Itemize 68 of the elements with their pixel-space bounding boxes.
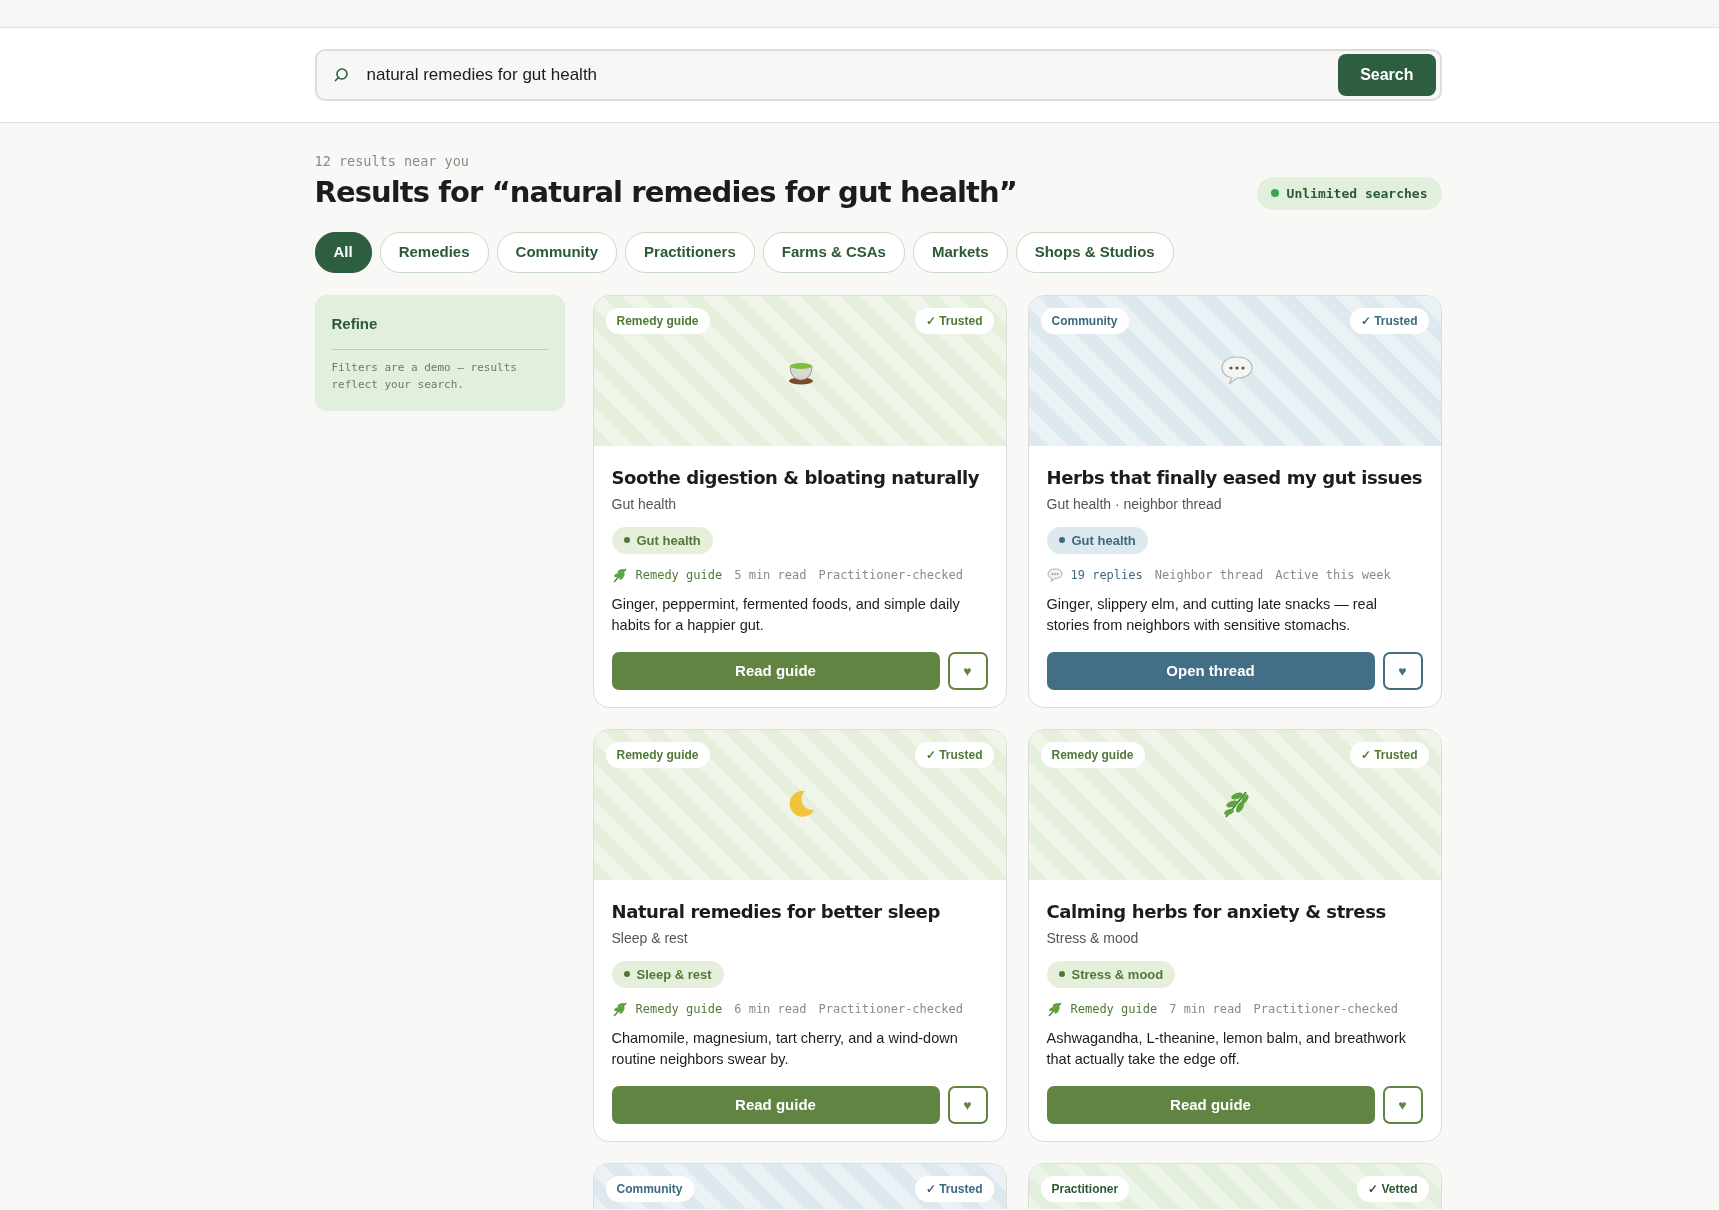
- results-count: 12 results near you: [314, 152, 470, 171]
- herb-icon: [611, 567, 628, 584]
- card-title: Soothe digestion & bloating naturally: [611, 465, 981, 490]
- filter-chip[interactable]: All: [314, 232, 372, 273]
- herb-icon: [1046, 1001, 1063, 1018]
- meta-text: Remedy guide: [1070, 1001, 1158, 1019]
- filter-chip[interactable]: Farms & CSAs: [762, 232, 905, 273]
- filter-chip[interactable]: Shops & Studios: [1015, 232, 1174, 273]
- type-tag: Community: [1040, 307, 1129, 334]
- card-action-button[interactable]: Read guide: [1046, 1086, 1375, 1125]
- save-button[interactable]: ♥: [1382, 1086, 1423, 1125]
- search-field[interactable]: natural remedies for gut health Search: [314, 49, 1442, 101]
- card-summary: Chamomile, magnesium, tart cherry, and a wind-down routine neighbors swear by.: [611, 1029, 959, 1070]
- refine-title: Refine: [331, 312, 548, 351]
- type-tag: Remedy guide: [605, 307, 710, 334]
- search-icon: [332, 67, 349, 83]
- card-summary: Ginger, slippery elm, and cutting late snacks — real stories from neighbors with sensitive stomachs.: [1046, 595, 1378, 636]
- meta-text: Remedy guide: [635, 567, 723, 585]
- card-action-button[interactable]: Open thread: [1046, 652, 1375, 691]
- meta-text: 7 min read: [1169, 1001, 1242, 1019]
- type-tag: Practitioner: [1040, 1175, 1130, 1202]
- trust-badge: ✓ Trusted: [914, 741, 994, 768]
- search-button[interactable]: Search: [1338, 54, 1436, 96]
- plan-badge: Unlimited searches: [1256, 176, 1442, 211]
- topic-tag: Stress & mood: [1046, 960, 1176, 989]
- trust-badge: ✓ Trusted: [914, 1175, 994, 1202]
- card-subtitle: Gut health · neighbor thread: [1046, 494, 1223, 514]
- filter-chip[interactable]: Remedies: [379, 232, 489, 273]
- meta-text: Practitioner-checked: [1253, 1001, 1398, 1019]
- card-title: Natural remedies for better sleep: [611, 899, 941, 924]
- card-action-button[interactable]: Read guide: [611, 652, 940, 691]
- save-button[interactable]: ♥: [947, 1086, 988, 1125]
- card-subtitle: Stress & mood: [1046, 928, 1140, 948]
- type-tag: Remedy guide: [1040, 741, 1145, 768]
- meta-text: Active this week: [1275, 567, 1391, 585]
- meta-text: Practitioner-checked: [818, 1001, 963, 1019]
- trust-badge: ✓ Trusted: [1349, 307, 1429, 334]
- meta-text: Remedy guide: [635, 1001, 723, 1019]
- meta-text: Practitioner-checked: [818, 567, 963, 585]
- speech-bubble-icon: [1219, 353, 1254, 386]
- trust-badge: ✓ Vetted: [1357, 1175, 1429, 1202]
- trust-badge: ✓ Trusted: [1349, 741, 1429, 768]
- trust-badge: ✓ Trusted: [914, 307, 994, 334]
- refine-note: Filters are a demo — results reflect your search.: [331, 360, 518, 394]
- type-tag: Remedy guide: [605, 741, 710, 768]
- results-heading: Results for “natural remedies for gut health”: [314, 175, 1017, 211]
- meta-text: 5 min read: [734, 567, 807, 585]
- topic-tag: Gut health: [611, 526, 713, 555]
- meta-text: 19 replies: [1070, 567, 1143, 585]
- topic-tag: Gut health: [1046, 526, 1148, 555]
- card-summary: Ashwagandha, L-theanine, lemon balm, and breathwork that actually take the edge off.: [1046, 1029, 1407, 1070]
- card-subtitle: Gut health: [611, 494, 678, 514]
- meta-text: Neighbor thread: [1154, 567, 1264, 585]
- save-button[interactable]: ♥: [947, 652, 988, 691]
- filter-chip[interactable]: Markets: [912, 232, 1008, 273]
- meta-text: 6 min read: [734, 1001, 807, 1019]
- card-title: Herbs that finally eased my gut issues: [1046, 465, 1423, 490]
- topic-tag: Sleep & rest: [611, 960, 724, 989]
- card-subtitle: Sleep & rest: [611, 928, 689, 948]
- type-tag: Community: [605, 1175, 694, 1202]
- save-button[interactable]: ♥: [1382, 652, 1423, 691]
- card-action-button[interactable]: Read guide: [611, 1086, 940, 1125]
- filter-chip[interactable]: Practitioners: [625, 232, 755, 273]
- filter-chip[interactable]: Community: [496, 232, 618, 273]
- speech-bubble-icon: [1046, 567, 1063, 584]
- herb-icon: [611, 1001, 628, 1018]
- card-title: Calming herbs for anxiety & stress: [1046, 899, 1387, 924]
- card-summary: Ginger, peppermint, fermented foods, and simple daily habits for a happier gut.: [611, 595, 961, 636]
